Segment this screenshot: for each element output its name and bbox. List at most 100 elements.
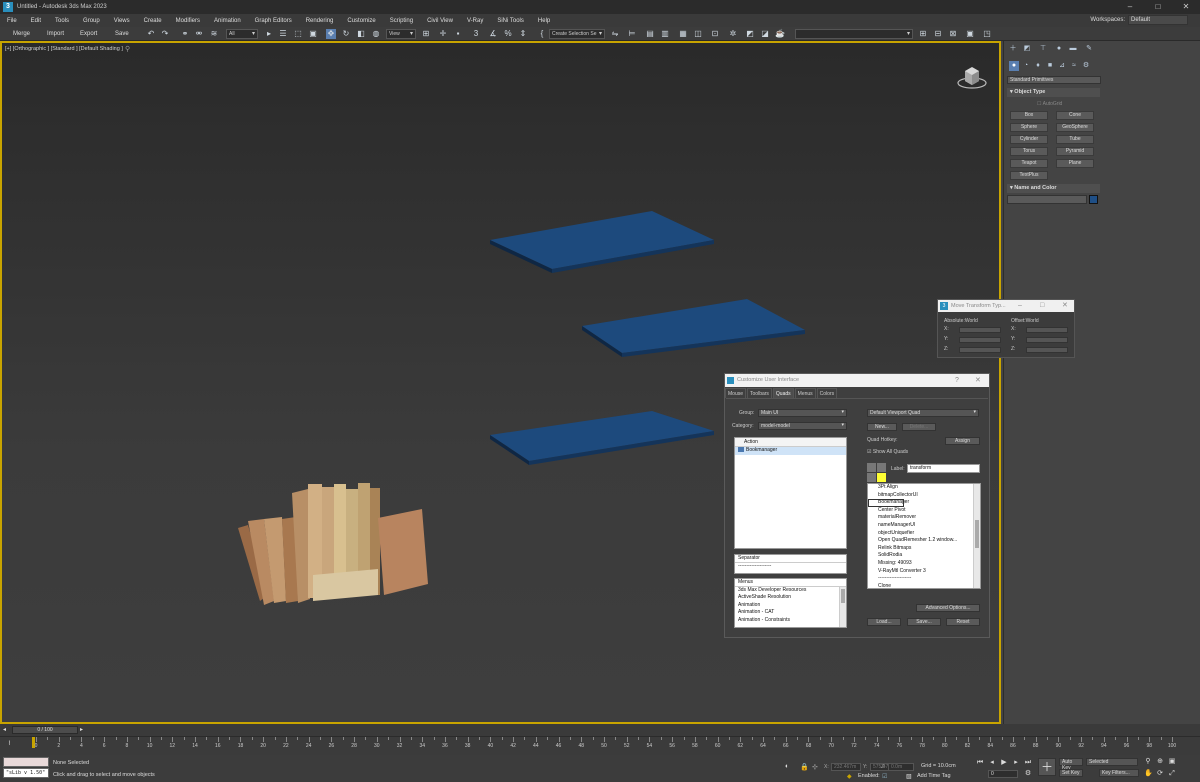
assign-button[interactable]: Assign <box>945 437 980 445</box>
object-color-swatch[interactable] <box>1089 195 1098 204</box>
key-filters-button[interactable]: Key Filters... <box>1099 769 1139 777</box>
scroll-thumb[interactable] <box>975 520 979 548</box>
menu-views[interactable]: Views <box>107 18 137 24</box>
object-name-field[interactable] <box>1007 195 1087 204</box>
action-column-header[interactable]: Action <box>735 438 846 447</box>
menu-sini-tools[interactable]: SiNi Tools <box>490 18 531 24</box>
select-by-name-icon[interactable]: ☰ <box>278 29 288 39</box>
menu-civil-view[interactable]: Civil View <box>420 18 460 24</box>
menu-list-item[interactable]: ActiveShade Resolution <box>735 594 846 602</box>
save-button[interactable]: Save <box>115 29 129 39</box>
delete-quad-button[interactable]: Delete... <box>902 423 936 431</box>
zoom-icon[interactable]: ⚲ <box>1144 758 1152 766</box>
reset-button[interactable]: Reset <box>946 618 980 626</box>
add-time-tag-icon[interactable]: ▧ <box>906 773 912 780</box>
maximize-viewport-icon[interactable]: ⤢ <box>1168 770 1176 778</box>
go-to-start-icon[interactable]: ⏮ <box>976 759 984 767</box>
primitive-tube-button[interactable]: Tube <box>1056 135 1094 144</box>
workspace-select[interactable]: Default <box>1128 15 1188 25</box>
x-coord-field[interactable]: 232.467m <box>831 763 861 771</box>
select-object-icon[interactable]: ▸ <box>264 29 274 39</box>
selection-filter-select[interactable]: All <box>226 29 258 39</box>
menu-help[interactable]: Help <box>531 18 557 24</box>
motion-tab-icon[interactable]: ● <box>1054 44 1064 54</box>
current-frame-field[interactable]: 0 <box>988 770 1018 778</box>
primitive-pyramid-button[interactable]: Pyramid <box>1056 147 1094 156</box>
previous-frame-icon[interactable]: ◂ <box>988 759 996 767</box>
menu-modifiers[interactable]: Modifiers <box>169 18 207 24</box>
lights-icon[interactable]: ♦ <box>1033 61 1043 71</box>
group-select[interactable]: Main UI <box>758 409 847 417</box>
layer-explorer-icon[interactable]: ▥ <box>660 29 670 39</box>
quad-list-item[interactable]: Center Pivot <box>868 507 980 515</box>
percent-snap-icon[interactable]: % <box>503 29 513 39</box>
abs-y-spinner[interactable] <box>959 337 1001 343</box>
menu-graph-editors[interactable]: Graph Editors <box>248 18 299 24</box>
menu-rendering[interactable]: Rendering <box>299 18 341 24</box>
toolbar-extra-2-icon[interactable]: ⊟ <box>933 29 943 39</box>
minimize-button[interactable]: – <box>1018 300 1022 312</box>
category-select[interactable]: model-model <box>758 422 847 430</box>
enabled-checkbox[interactable]: ☑ <box>882 773 887 780</box>
helpers-icon[interactable]: ⊿ <box>1057 61 1067 71</box>
save-button[interactable]: Save... <box>907 618 941 626</box>
add-time-tag-button[interactable]: Add Time Tag <box>917 773 951 779</box>
autogrid-checkbox[interactable]: ☐ AutoGrid <box>1037 101 1062 107</box>
next-frame-icon[interactable]: ▸ <box>80 726 83 733</box>
quad-list-item[interactable]: V-RayMtl Converter 3 <box>868 568 980 576</box>
action-list[interactable]: Action Bookmanager <box>734 437 847 549</box>
scroll-thumb[interactable] <box>841 589 845 603</box>
bind-space-warp-icon[interactable]: ≋ <box>209 29 219 39</box>
pivot-center-icon[interactable]: ⊞ <box>421 29 431 39</box>
cameras-icon[interactable]: ■ <box>1045 61 1055 71</box>
primitive-sphere-button[interactable]: Sphere <box>1010 123 1048 132</box>
help-button[interactable]: ? <box>955 374 959 387</box>
zoom-all-icon[interactable]: ⊕ <box>1156 758 1164 766</box>
toolbar-extra-1-icon[interactable]: ⊞ <box>918 29 928 39</box>
primitive-box-button[interactable]: Box <box>1010 111 1048 120</box>
keyboard-shortcut-toggle-icon[interactable]: ▪ <box>453 29 463 39</box>
load-button[interactable]: Load... <box>867 618 901 626</box>
export-button[interactable]: Export <box>80 29 97 39</box>
primitive-cylinder-button[interactable]: Cylinder <box>1010 135 1048 144</box>
scene-explorer-icon[interactable]: ▤ <box>645 29 655 39</box>
menu-create[interactable]: Create <box>137 18 169 24</box>
time-slider-handle[interactable]: 0 / 100 <box>12 726 78 734</box>
maximize-button[interactable]: □ <box>1040 300 1044 312</box>
link-icon[interactable]: ⚭ <box>180 29 190 39</box>
shapes-icon[interactable]: ◔ <box>1021 61 1031 71</box>
absolute-mode-icon[interactable]: ⊹ <box>812 763 818 771</box>
quad-label-input[interactable]: transform <box>907 464 980 473</box>
mirror-icon[interactable]: ⇋ <box>610 29 620 39</box>
close-button[interactable]: ✕ <box>1172 0 1200 14</box>
curve-editor-icon[interactable]: ◫ <box>693 29 703 39</box>
menu-group[interactable]: Group <box>76 18 107 24</box>
mini-curve-editor-icon[interactable]: ⌇ <box>8 740 11 747</box>
select-manipulate-icon[interactable]: ✛ <box>438 29 448 39</box>
quad-bottom-left[interactable] <box>867 473 876 482</box>
set-key-big-button[interactable]: ＋ <box>1038 758 1056 776</box>
quad-list-item[interactable]: Missing: 49093 <box>868 560 980 568</box>
action-list-item[interactable]: Bookmanager <box>735 447 846 455</box>
reference-coord-select[interactable]: View <box>386 29 416 39</box>
quad-list-item[interactable]: Open QuadRemesher 1.2 window... <box>868 537 980 545</box>
primitive-textplus-button[interactable]: TextPlus <box>1010 171 1048 180</box>
schematic-view-icon[interactable]: ⊡ <box>710 29 720 39</box>
placement-icon[interactable]: ◍ <box>371 29 381 39</box>
close-button[interactable]: ✕ <box>975 374 981 387</box>
menu-edit[interactable]: Edit <box>24 18 48 24</box>
selection-lock-icon[interactable]: 🔒 <box>800 763 809 771</box>
select-rotate-icon[interactable]: ↻ <box>341 29 351 39</box>
tab-menus[interactable]: Menus <box>794 388 816 398</box>
quad-list-item[interactable]: SolidRodia <box>868 552 980 560</box>
unlink-icon[interactable]: ⚮ <box>194 29 204 39</box>
pan-icon[interactable]: ✋ <box>1144 770 1153 778</box>
primitive-geosphere-button[interactable]: GeoSphere <box>1056 123 1094 132</box>
window-crossing-icon[interactable]: ▣ <box>308 29 318 39</box>
menu-file[interactable]: File <box>0 18 24 24</box>
toolbar-extra-4-icon[interactable]: ▣ <box>965 29 975 39</box>
redo-icon[interactable]: ↷ <box>160 29 170 39</box>
menu-list-item[interactable]: Animation - CAT <box>735 609 846 617</box>
time-tag-icon[interactable]: ◆ <box>847 773 852 780</box>
angle-snap-icon[interactable]: ∡ <box>488 29 498 39</box>
